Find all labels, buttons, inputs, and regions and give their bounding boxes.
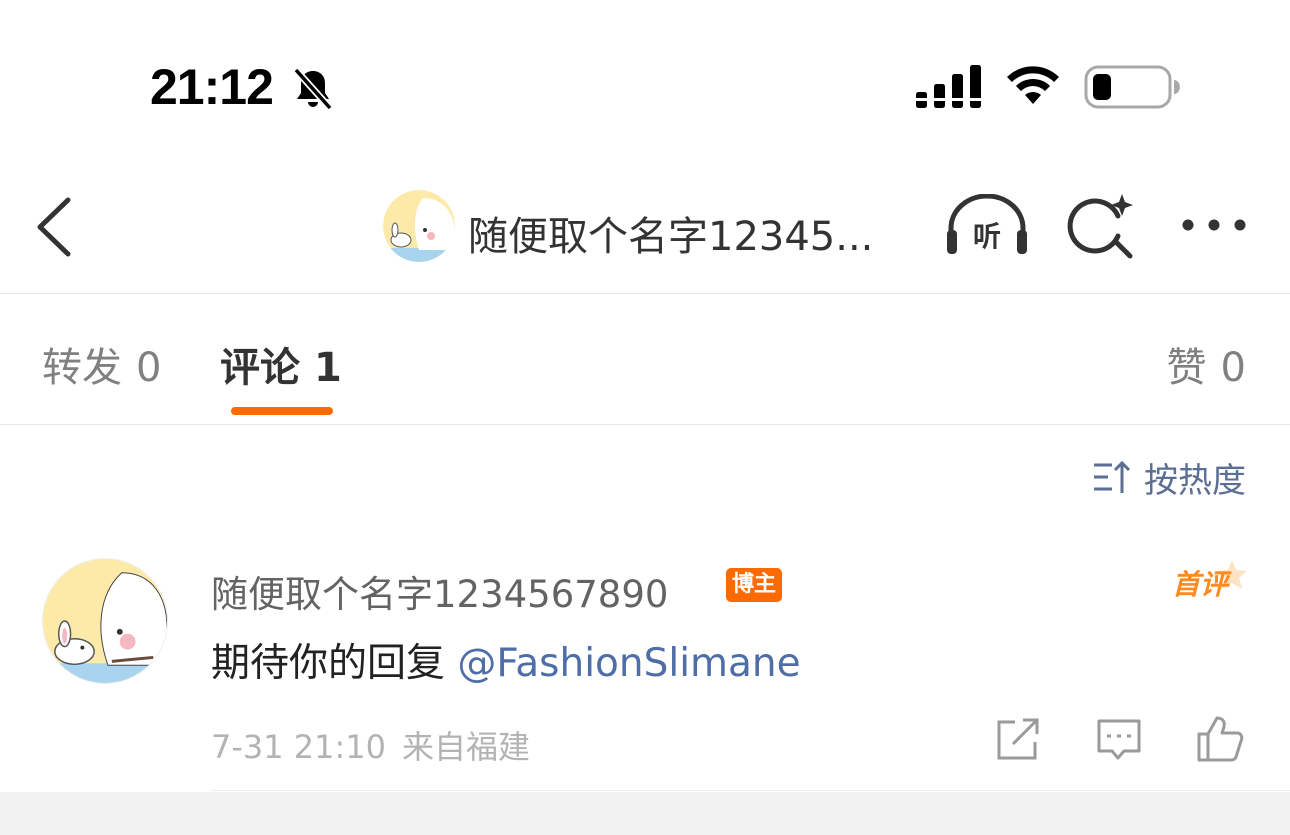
- nav-title: 随便取个名字12345...: [468, 214, 874, 260]
- more-icon[interactable]: [1178, 210, 1250, 240]
- reply-icon[interactable]: [1094, 714, 1144, 764]
- avatar[interactable]: [383, 190, 455, 262]
- ai-search-icon[interactable]: [1066, 192, 1136, 262]
- bottom-background: [0, 792, 1290, 835]
- comment-divider: [211, 790, 1290, 791]
- listen-label: 听: [973, 220, 1001, 253]
- first-comment-label: 首评: [1172, 568, 1232, 601]
- wifi-icon: [1007, 66, 1059, 104]
- tab-bar: 转发 0 评论 1 赞0: [0, 295, 1290, 425]
- comment-time: 7-31 21:10: [211, 728, 387, 766]
- listen-icon[interactable]: 听: [945, 194, 1029, 258]
- comment-text: 期待你的回复 @FashionSlimane: [211, 632, 801, 688]
- comment-location: 来自福建: [402, 728, 531, 766]
- tab-like[interactable]: 赞0: [1167, 335, 1246, 393]
- repost-icon[interactable]: [993, 714, 1043, 764]
- tab-comment[interactable]: 评论 1: [220, 335, 342, 393]
- sort-by-hot-button[interactable]: 按热度: [1092, 455, 1246, 501]
- commenter-avatar[interactable]: [42, 558, 168, 684]
- like-icon[interactable]: [1195, 714, 1245, 764]
- tab-like-label: 赞: [1166, 345, 1207, 391]
- blogger-badge: 博主: [726, 568, 783, 602]
- cellular-signal-icon: [916, 65, 982, 108]
- tab-like-count: 0: [1220, 345, 1246, 391]
- first-comment-badge: 首评: [1172, 560, 1247, 601]
- commenter-username[interactable]: 随便取个名字1234567890: [211, 564, 668, 618]
- nav-bar: 随便取个名字12345... 听: [0, 160, 1290, 294]
- tab-comment-count: 1: [314, 345, 342, 391]
- active-tab-indicator: [231, 407, 333, 415]
- sort-label: 按热度: [1144, 460, 1246, 501]
- comment-item: 随便取个名字1234567890 博主 首评 期待你的回复 @FashionSl…: [0, 540, 1290, 791]
- tab-repost-count: 0: [136, 345, 162, 391]
- comment-meta: 7-31 21:10 来自福建: [211, 722, 530, 768]
- comment-body: 期待你的回复: [211, 641, 458, 686]
- sort-icon: [1094, 460, 1131, 493]
- battery-icon: [1084, 65, 1180, 109]
- bell-slash-icon: [293, 67, 333, 111]
- tab-comment-label: 评论: [220, 345, 300, 391]
- back-icon[interactable]: [30, 196, 78, 258]
- status-bar: 21:12: [0, 0, 1290, 150]
- tab-repost-label: 转发: [42, 345, 122, 391]
- mention-link[interactable]: @FashionSlimane: [457, 641, 800, 686]
- status-time: 21:12: [150, 59, 274, 115]
- tab-repost[interactable]: 转发 0: [42, 335, 161, 393]
